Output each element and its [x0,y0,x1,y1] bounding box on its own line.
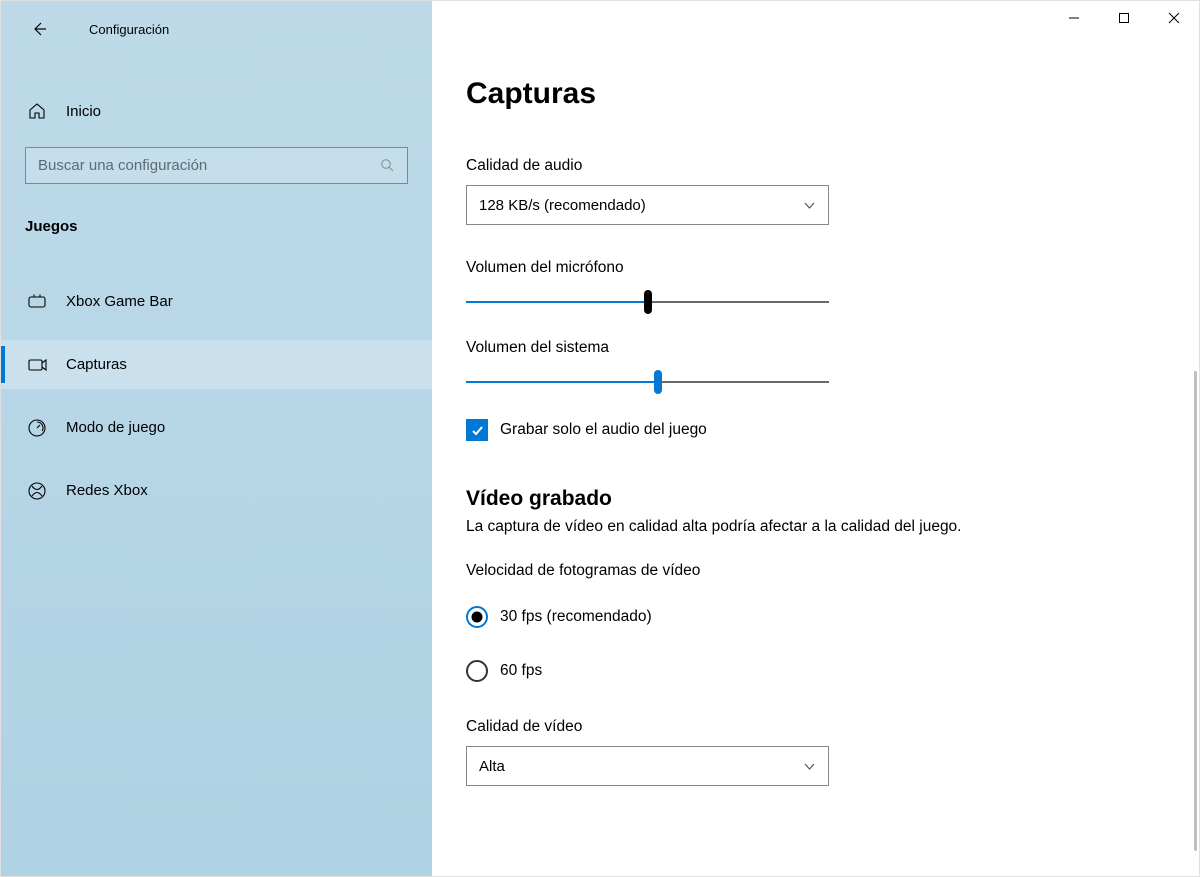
recorded-video-heading: Vídeo grabado [466,487,1165,511]
sidebar: Configuración Inicio Juegos Xbox Game [1,1,432,876]
sys-volume-label: Volumen del sistema [466,339,1165,357]
sidebar-item-modo-de-juego[interactable]: Modo de juego [1,403,432,452]
sidebar-item-capturas[interactable]: Capturas [1,340,432,389]
record-game-audio-label: Grabar solo el audio del juego [500,421,707,439]
minimize-button[interactable] [1049,1,1099,35]
frame-rate-option-30[interactable]: 30 fps (recomendado) [466,598,1165,636]
captures-icon [26,354,48,376]
recorded-video-description: La captura de vídeo en calidad alta podr… [466,518,1165,536]
sidebar-item-label: Capturas [66,356,127,373]
search-icon [379,158,395,174]
sidebar-item-redes-xbox[interactable]: Redes Xbox [1,466,432,515]
radio-button[interactable] [466,660,488,682]
radio-label: 60 fps [500,662,542,680]
main-panel: Capturas Calidad de audio 128 KB/s (reco… [432,1,1199,876]
home-icon [26,101,47,122]
window-title: Configuración [89,22,169,37]
dropdown-value: 128 KB/s (recomendado) [479,197,646,214]
sys-volume-slider[interactable] [466,367,829,397]
chevron-down-icon [802,759,816,773]
video-quality-dropdown[interactable]: Alta [466,746,829,786]
back-button[interactable] [29,19,49,39]
audio-quality-label: Calidad de audio [466,157,1165,175]
record-game-audio-checkbox[interactable] [466,419,488,441]
search-input[interactable] [38,157,359,174]
dropdown-value: Alta [479,758,505,775]
audio-quality-dropdown[interactable]: 128 KB/s (recomendado) [466,185,829,225]
sidebar-item-label: Redes Xbox [66,482,148,499]
close-button[interactable] [1149,1,1199,35]
nav-home-label: Inicio [66,103,101,120]
sidebar-item-xbox-game-bar[interactable]: Xbox Game Bar [1,277,432,326]
search-box[interactable] [25,147,408,184]
sidebar-item-label: Modo de juego [66,419,165,436]
slider-thumb[interactable] [654,370,662,394]
sidebar-category: Juegos [25,218,432,235]
page-title: Capturas [466,77,1165,111]
scrollbar[interactable] [1194,371,1197,851]
window-controls [1049,1,1199,35]
mic-volume-label: Volumen del micrófono [466,259,1165,277]
frame-rate-option-60[interactable]: 60 fps [466,652,1165,690]
game-mode-icon [26,417,48,439]
game-bar-icon [26,291,48,313]
maximize-button[interactable] [1099,1,1149,35]
radio-button[interactable] [466,606,488,628]
nav-home[interactable]: Inicio [1,93,432,129]
chevron-down-icon [802,198,816,212]
video-quality-label: Calidad de vídeo [466,718,1165,736]
radio-label: 30 fps (recomendado) [500,608,652,626]
frame-rate-label: Velocidad de fotogramas de vídeo [466,562,1165,580]
sidebar-item-label: Xbox Game Bar [66,293,173,310]
xbox-network-icon [26,480,48,502]
mic-volume-slider[interactable] [466,287,829,317]
slider-thumb[interactable] [644,290,652,314]
